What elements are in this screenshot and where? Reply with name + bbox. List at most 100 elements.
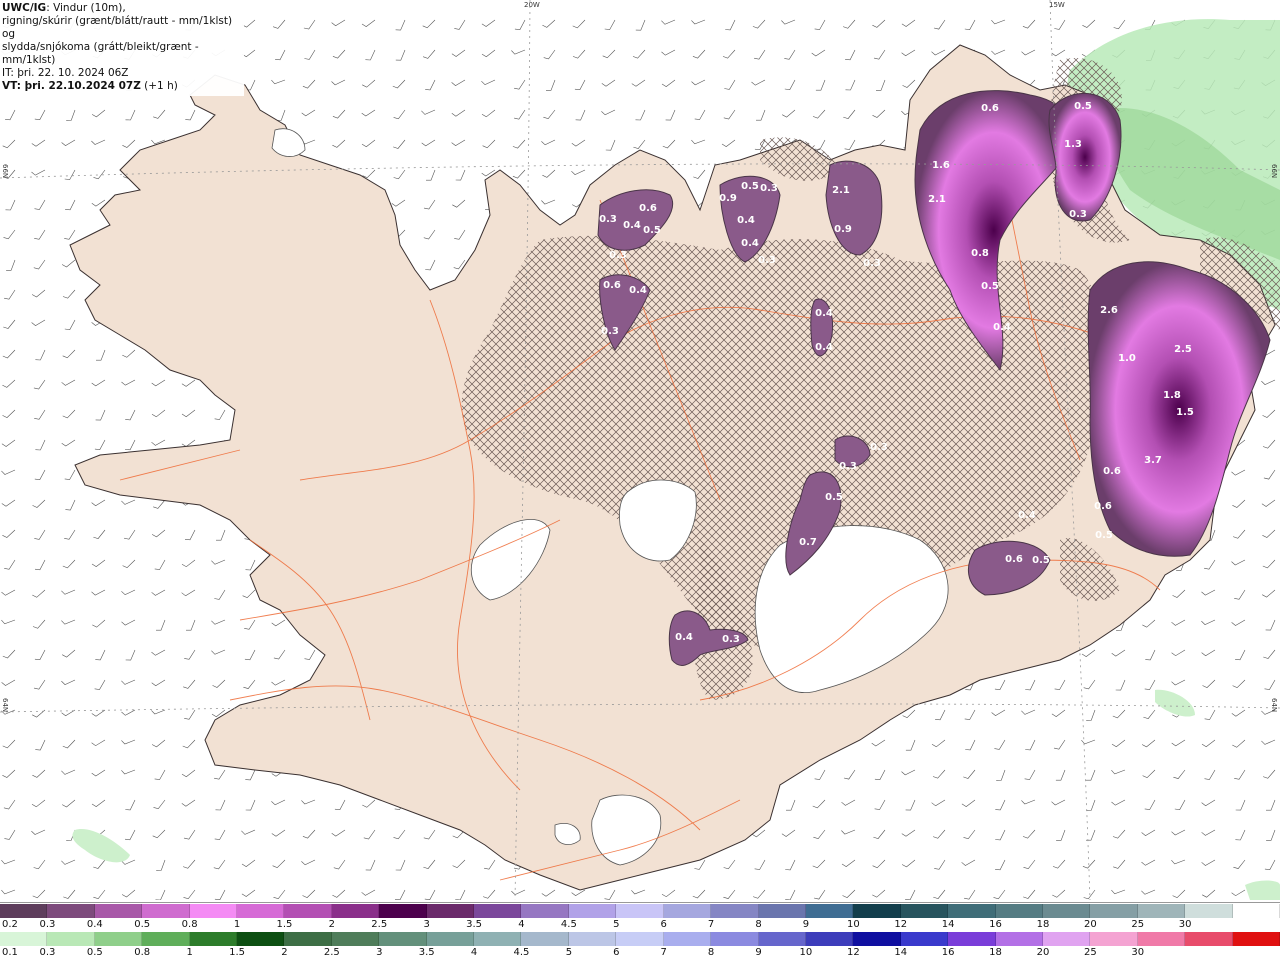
legend-swatch	[568, 904, 617, 918]
legend-swatch	[521, 904, 569, 918]
header-line-3: slydda/snjókoma (grátt/bleikt/grænt - mm…	[2, 41, 199, 66]
legend-tick-label: 0.3	[39, 947, 56, 958]
legend-swatch	[426, 904, 475, 918]
legend-tick-label: 0.5	[134, 919, 151, 930]
legend-tick-label: 18	[989, 947, 1002, 958]
legend-swatch	[331, 932, 380, 946]
snowfall-value-label: 0.4	[629, 285, 647, 296]
snowfall-value-label: 0.4	[675, 632, 693, 643]
rain-legend-ticks: 0.1 0.3 0.5 0.8 1 1.5 2 2.5 3 3.5 4 4.5 5 6 7 8 9 10 12 14 1…	[0, 947, 1280, 959]
snowfall-value-label: 0.4	[993, 322, 1011, 333]
legend-swatch	[568, 932, 617, 946]
snowfall-value-label: 0.3	[758, 255, 776, 266]
initial-time: IT: þri. 22. 10. 2024 06Z	[2, 67, 242, 80]
legend-swatch	[711, 932, 759, 946]
it-label: IT:	[2, 67, 14, 79]
legend-tick-label: 10	[799, 947, 813, 958]
legend-tick-label: 0.2	[2, 919, 18, 930]
legend-swatch	[1185, 904, 1233, 918]
legend-tick-label: 4.5	[560, 919, 577, 930]
snowfall-value-label: 0.6	[1103, 466, 1121, 477]
legend-tick-label: 0.8	[134, 947, 151, 958]
legend-tick-label: 4	[518, 919, 525, 930]
legend-tick-label: 8	[707, 947, 715, 958]
vt-suffix: (+1 h)	[140, 80, 178, 92]
legend-tick-label: 30	[1131, 947, 1145, 958]
legend-swatch	[805, 932, 854, 946]
legend-swatch	[142, 904, 190, 918]
legend-swatch	[142, 932, 190, 946]
snowfall-value-label: 0.3	[870, 442, 888, 453]
legend-tick-label: 1	[186, 947, 193, 958]
lon-label-15w: 15W	[1049, 1, 1065, 9]
legend-tick-label: 9	[755, 947, 762, 958]
snowfall-value-label: 0.3	[599, 214, 617, 225]
snowfall-value-label: 0.4	[815, 342, 833, 353]
legend-tick-label: 3	[376, 947, 383, 958]
legend-swatch	[711, 904, 759, 918]
legend-tick-label: 1.5	[229, 947, 245, 958]
legend-tick-label: 1.5	[276, 919, 293, 930]
legend-tick-label: 0.3	[39, 919, 56, 930]
header-wind-label: : Vindur (10m),	[46, 2, 126, 14]
legend-tick-label: 6	[613, 947, 620, 958]
legend-tick-label: 25	[1083, 947, 1097, 958]
snowfall-value-label: 0.6	[1005, 554, 1023, 565]
snowfall-value-label: 0.3	[601, 326, 619, 337]
legend-swatch	[237, 932, 285, 946]
legend-tick-label: 4	[470, 947, 478, 958]
header-line-1: UWC/IG: Vindur (10m),	[2, 2, 242, 15]
legend-tick-label: 14	[894, 947, 908, 958]
snowfall-value-label: 0.5	[643, 225, 661, 236]
snowfall-value-label: 0.6	[1094, 501, 1112, 512]
legend-swatch	[379, 904, 427, 918]
snowfall-value-label: 1.8	[1163, 390, 1181, 401]
legend-swatch	[237, 904, 285, 918]
legend-swatch	[853, 904, 901, 918]
legend-swatch	[948, 932, 996, 946]
legend-swatch	[189, 904, 238, 918]
snowfall-value-label: 1.6	[932, 160, 950, 171]
lat-label-66n-right: 66N	[1270, 164, 1278, 179]
lon-label-20w: 20W	[524, 1, 540, 9]
legend-tick-label: 3.5	[466, 919, 483, 930]
legend-tick-label: 3.5	[418, 947, 435, 958]
snowfall-value-label: 3.7	[1144, 455, 1162, 466]
snowfall-value-label: 0.5	[981, 281, 999, 292]
snowfall-value-label: 0.4	[623, 220, 641, 231]
rain-area-far-east	[1245, 880, 1280, 900]
legend-swatch	[758, 932, 806, 946]
legend-tick-label: 10	[846, 919, 860, 930]
legend-swatch	[426, 932, 475, 946]
legend-swatch	[1137, 904, 1186, 918]
product-name: UWC/IG	[2, 2, 47, 14]
it-value: þri. 22. 10. 2024 06Z	[13, 67, 129, 79]
snowfall-value-label: 0.5	[741, 181, 759, 192]
legend-tick-label: 14	[941, 919, 955, 930]
legend-swatch	[331, 904, 380, 918]
snowfall-value-label: 0.5	[825, 492, 843, 503]
valid-time: VT: þri. 22.10.2024 07Z (+1 h)	[2, 80, 242, 93]
snowfall-value-label: 1.3	[1064, 139, 1082, 150]
legend-swatch	[758, 904, 806, 918]
legend-tick-label: 0.5	[86, 947, 103, 958]
legend-swatch	[853, 932, 901, 946]
legend-swatch	[94, 932, 143, 946]
rain-color-legend	[0, 932, 1280, 946]
snowfall-value-label: 0.3	[863, 258, 881, 269]
lat-label-64n-right: 64N	[1270, 698, 1278, 713]
snowfall-value-label: 0.4	[815, 308, 833, 319]
legend-swatch	[474, 904, 522, 918]
lat-label-64n-left: 64N	[1, 698, 9, 713]
legend-swatch	[995, 932, 1043, 946]
legend-tick-label: 1	[233, 919, 241, 930]
legend-tick-label: 5	[613, 919, 620, 930]
legend-tick-label: 7	[707, 919, 715, 930]
legend-tick-label: 5	[565, 947, 573, 958]
snowfall-value-label: 2.1	[832, 185, 850, 196]
legend-swatch	[284, 904, 332, 918]
legend-tick-label: 2	[281, 947, 288, 958]
legend-tick-label: 16	[989, 919, 1002, 930]
snowfall-value-label: 0.3	[1069, 209, 1087, 220]
legend-swatch	[616, 932, 664, 946]
